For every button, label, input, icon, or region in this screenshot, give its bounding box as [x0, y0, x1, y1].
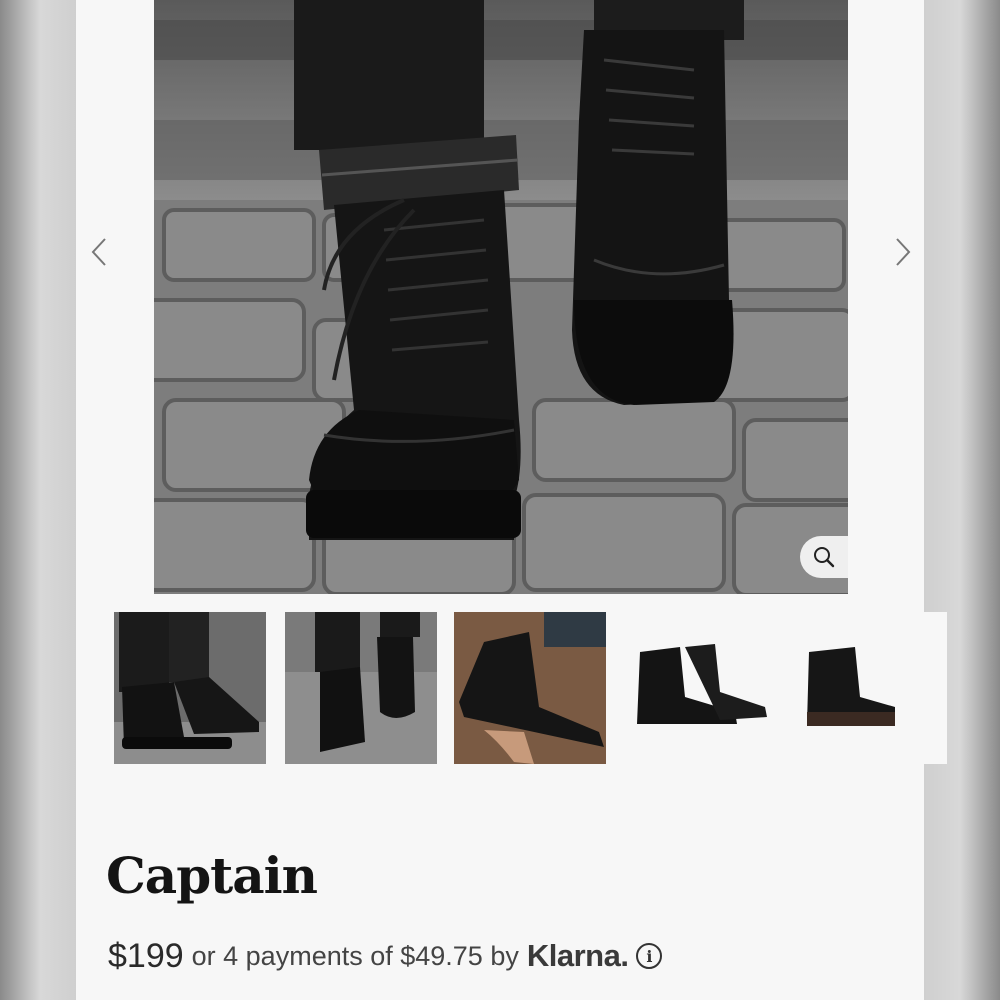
thumbnail-2[interactable]	[285, 612, 437, 764]
thumbnail-4[interactable]	[625, 612, 777, 764]
chevron-right-icon	[896, 238, 911, 266]
main-product-image[interactable]	[154, 0, 848, 594]
product-title: Captain	[106, 846, 318, 905]
thumbnail-5[interactable]	[795, 612, 947, 764]
thumbnail-3[interactable]	[454, 612, 606, 764]
info-icon[interactable]: i	[636, 943, 663, 969]
price-row: $199 or 4 payments of $49.75 by Klarna. …	[108, 932, 663, 980]
thumbnail-1[interactable]	[114, 612, 266, 764]
zoom-button[interactable]	[800, 536, 848, 578]
previous-image-button[interactable]	[84, 232, 114, 272]
klarna-logo: Klarna.	[526, 938, 629, 973]
chevron-left-icon	[91, 238, 106, 266]
next-image-button[interactable]	[888, 232, 918, 272]
thumbnail-strip	[114, 612, 947, 764]
product-price: $199	[108, 936, 184, 975]
installments-text: or 4 payments of $49.75 by	[191, 940, 519, 971]
search-icon	[814, 547, 835, 568]
